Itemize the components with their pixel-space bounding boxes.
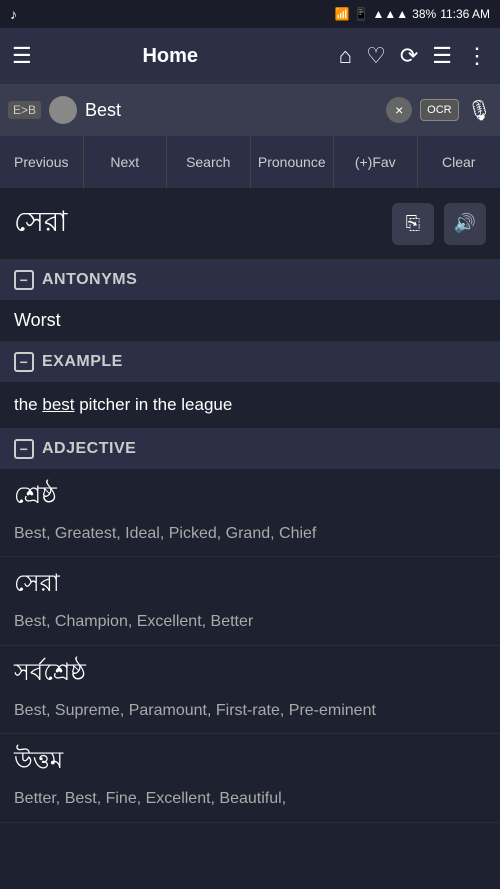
language-dot bbox=[49, 96, 77, 124]
action-row: Previous Next Search Pronounce (+)Fav Cl… bbox=[0, 136, 500, 188]
sim-icon: 📱 bbox=[354, 7, 369, 21]
example-content: the best pitcher in the league bbox=[0, 382, 500, 429]
antonyms-section-header[interactable]: − ANTONYMS bbox=[0, 260, 500, 300]
signal-icon: ▲▲▲ bbox=[373, 7, 409, 21]
clear-search-button[interactable]: × bbox=[386, 97, 412, 123]
fav-button[interactable]: (+)Fav bbox=[334, 136, 418, 188]
ocr-button[interactable]: OCR bbox=[420, 99, 458, 121]
music-icon: ♪ bbox=[10, 6, 17, 22]
example-label: EXAMPLE bbox=[42, 353, 123, 371]
menu-icon[interactable]: ☰ bbox=[12, 43, 32, 69]
adj-bengali-3: উত্তম bbox=[0, 734, 500, 784]
search-bar: E>B × OCR 🎙 bbox=[0, 84, 500, 136]
antonyms-content: Worst bbox=[0, 300, 500, 342]
word-bengali: সেরা bbox=[14, 200, 67, 247]
adjective-label: ADJECTIVE bbox=[42, 440, 136, 458]
share-icon: ⎘ bbox=[406, 213, 420, 234]
collapse-antonyms-icon: − bbox=[14, 270, 34, 290]
mic-icon[interactable]: 🎙 bbox=[467, 98, 492, 123]
more-icon[interactable]: ⋮ bbox=[466, 43, 488, 69]
home-icon[interactable]: ⌂ bbox=[339, 43, 352, 69]
example-text: the best pitcher in the league bbox=[14, 392, 486, 418]
example-section-header[interactable]: − EXAMPLE bbox=[0, 342, 500, 382]
share-button[interactable]: ⎘ bbox=[392, 203, 434, 245]
speak-button[interactable]: 🔊 bbox=[444, 203, 486, 245]
antonyms-label: ANTONYMS bbox=[42, 271, 137, 289]
battery-level: 38% bbox=[412, 7, 436, 21]
next-button[interactable]: Next bbox=[84, 136, 168, 188]
adjective-entry-2: সর্বশ্রেষ্ঠ Best, Supreme, Paramount, Fi… bbox=[0, 646, 500, 735]
adjective-section-header[interactable]: − ADJECTIVE bbox=[0, 429, 500, 469]
nav-bar: ☰ Home ⌂ ♡ ⟳ ☰ ⋮ bbox=[0, 28, 500, 84]
antonym-word: Worst bbox=[14, 310, 61, 330]
example-keyword: best bbox=[42, 395, 74, 414]
word-header: সেরা ⎘ 🔊 bbox=[0, 188, 500, 260]
adjective-entry-3: উত্তম Better, Best, Fine, Excellent, Bea… bbox=[0, 734, 500, 823]
time: 11:36 AM bbox=[440, 7, 490, 21]
clear-button[interactable]: Clear bbox=[418, 136, 500, 188]
adj-english-2: Best, Supreme, Paramount, First-rate, Pr… bbox=[0, 696, 500, 734]
language-badge[interactable]: E>B bbox=[8, 101, 41, 119]
adj-english-3: Better, Best, Fine, Excellent, Beautiful… bbox=[0, 784, 500, 822]
page-title: Home bbox=[42, 45, 299, 68]
wifi-icon: 📶 bbox=[335, 7, 350, 21]
status-bar: ♪ 📶 📱 ▲▲▲ 38% 11:36 AM bbox=[0, 0, 500, 28]
heart-icon[interactable]: ♡ bbox=[366, 43, 386, 69]
adjective-entry-1: সেরা Best, Champion, Excellent, Better bbox=[0, 557, 500, 646]
bookmark-icon[interactable]: ☰ bbox=[432, 43, 452, 69]
collapse-adjective-icon: − bbox=[14, 439, 34, 459]
search-button[interactable]: Search bbox=[167, 136, 251, 188]
adj-english-1: Best, Champion, Excellent, Better bbox=[0, 607, 500, 645]
previous-button[interactable]: Previous bbox=[0, 136, 84, 188]
adjective-entry-0: শ্রেষ্ঠ Best, Greatest, Ideal, Picked, G… bbox=[0, 469, 500, 558]
adj-bengali-0: শ্রেষ্ঠ bbox=[0, 469, 500, 519]
pronounce-button[interactable]: Pronounce bbox=[251, 136, 335, 188]
collapse-example-icon: − bbox=[14, 352, 34, 372]
search-input[interactable] bbox=[85, 100, 378, 121]
adj-bengali-2: সর্বশ্রেষ্ঠ bbox=[0, 646, 500, 696]
adj-english-0: Best, Greatest, Ideal, Picked, Grand, Ch… bbox=[0, 519, 500, 557]
speaker-icon: 🔊 bbox=[454, 213, 476, 234]
adj-bengali-1: সেরা bbox=[0, 557, 500, 607]
history-icon[interactable]: ⟳ bbox=[400, 43, 418, 69]
